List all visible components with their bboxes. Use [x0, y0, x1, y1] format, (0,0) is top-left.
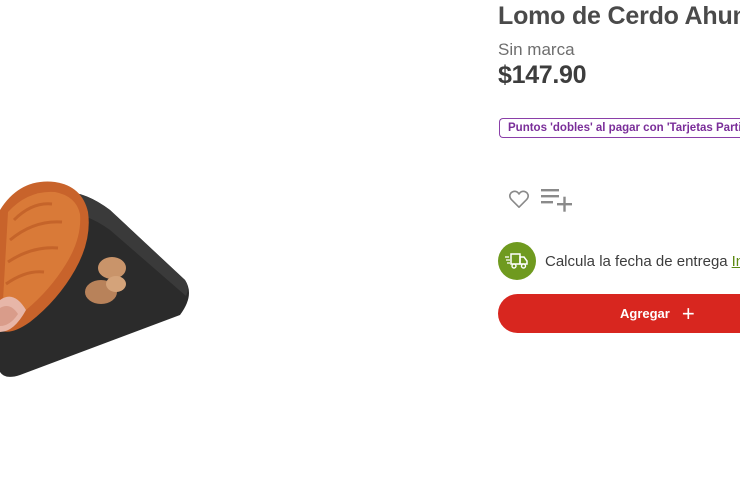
- delivery-estimate: Calcula la fecha de entrega Ingresa tu C…: [498, 242, 740, 280]
- product-brand: Sin marca: [498, 40, 575, 59]
- playlist-add-icon: [541, 189, 572, 212]
- add-to-cart-label: Agregar: [620, 306, 670, 321]
- plus-icon: +: [681, 300, 695, 326]
- product-actions: [507, 186, 573, 212]
- product-page: Lomo de Cerdo Ahumado Sin marca $147.90 …: [0, 0, 740, 499]
- product-title: Lomo de Cerdo Ahumado: [498, 2, 740, 30]
- promo-badge: Puntos 'dobles' al pagar con 'Tarjetas P…: [499, 118, 740, 138]
- delivery-text: Calcula la fecha de entrega: [545, 252, 728, 270]
- add-to-list-button[interactable]: [541, 186, 573, 212]
- product-price: $147.90: [498, 61, 587, 89]
- postal-code-link[interactable]: Ingresa tu C.P.: [732, 253, 740, 270]
- heart-icon: [508, 190, 530, 208]
- add-to-cart-button[interactable]: Agregar +: [498, 294, 740, 333]
- delivery-truck-icon: [498, 242, 536, 280]
- product-image: [0, 181, 189, 377]
- favorite-button[interactable]: [507, 186, 531, 212]
